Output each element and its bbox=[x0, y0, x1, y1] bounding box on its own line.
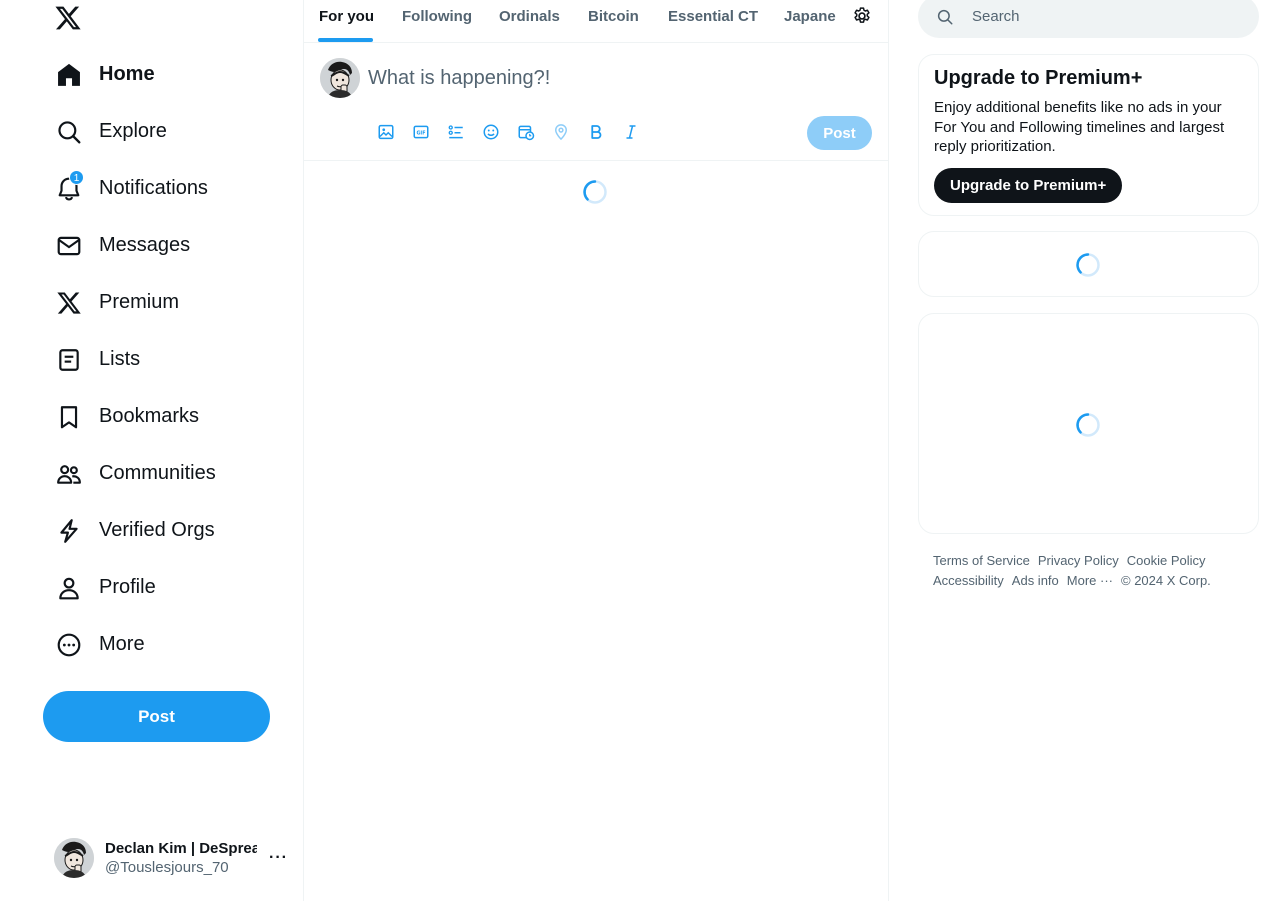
gif-icon[interactable]: GIF bbox=[403, 121, 438, 143]
search-box[interactable] bbox=[918, 0, 1259, 38]
bookmark-icon bbox=[56, 404, 82, 430]
right-sidebar: Upgrade to Premium+ Enjoy additional ben… bbox=[889, 0, 1280, 901]
nav-label: Notifications bbox=[99, 177, 208, 199]
loading-spinner-icon bbox=[1076, 413, 1100, 437]
account-handle: @Touslesjours_70 bbox=[105, 859, 229, 876]
nav-label: More bbox=[99, 633, 145, 655]
people-icon bbox=[56, 461, 82, 487]
footer-copyright: © 2024 X Corp. bbox=[1121, 573, 1211, 588]
left-sidebar: Home Explore 1 Notifications Messages Pr… bbox=[0, 0, 304, 901]
post-button[interactable]: Post bbox=[43, 691, 270, 742]
account-name: Declan Kim | DeSpread bbox=[105, 840, 257, 857]
timeline-tabs: For you Following Ordinals Bitcoin Essen… bbox=[304, 0, 889, 43]
footer-cookie-link[interactable]: Cookie Policy bbox=[1127, 553, 1206, 568]
premium-title: Upgrade to Premium+ bbox=[934, 67, 1143, 89]
nav-label: Messages bbox=[99, 234, 191, 256]
compose-input[interactable] bbox=[368, 63, 848, 93]
nav-label: Premium bbox=[99, 291, 180, 313]
notification-badge: 1 bbox=[69, 169, 84, 185]
tab-following[interactable]: Following bbox=[402, 0, 472, 43]
x-logo-icon[interactable] bbox=[54, 4, 82, 32]
schedule-icon[interactable] bbox=[508, 121, 543, 143]
main-timeline: For you Following Ordinals Bitcoin Essen… bbox=[304, 0, 889, 901]
nav-item-notifications[interactable]: 1 Notifications bbox=[42, 160, 230, 217]
loading-card bbox=[918, 313, 1259, 534]
location-icon[interactable] bbox=[543, 121, 578, 143]
nav-item-communities[interactable]: Communities bbox=[42, 445, 230, 502]
nav-label: Explore bbox=[99, 120, 167, 142]
envelope-icon bbox=[56, 233, 82, 259]
loading-spinner-icon bbox=[583, 180, 607, 204]
tab-for-you[interactable]: For you bbox=[319, 0, 374, 43]
tab-ordinals[interactable]: Ordinals bbox=[499, 0, 560, 43]
loading-card bbox=[918, 231, 1259, 297]
compose-post-button[interactable]: Post bbox=[807, 116, 872, 150]
nav-item-explore[interactable]: Explore bbox=[42, 103, 230, 160]
more-circle-icon bbox=[56, 632, 82, 658]
home-icon bbox=[56, 62, 82, 88]
nav-label: Verified Orgs bbox=[99, 519, 215, 541]
nav-item-lists[interactable]: Lists bbox=[42, 331, 230, 388]
tab-essential-ct[interactable]: Essential CT bbox=[668, 0, 758, 43]
nav-label: Bookmarks bbox=[99, 405, 200, 427]
search-icon bbox=[56, 119, 82, 145]
italic-icon[interactable] bbox=[613, 121, 648, 143]
nav-item-verified-orgs[interactable]: Verified Orgs bbox=[42, 502, 230, 559]
nav-item-home[interactable]: Home bbox=[42, 46, 230, 103]
nav-item-premium[interactable]: Premium bbox=[42, 274, 230, 331]
svg-text:GIF: GIF bbox=[416, 130, 425, 136]
list-icon bbox=[56, 347, 82, 373]
compose-box: GIF Post bbox=[304, 43, 889, 161]
tab-japane[interactable]: Japane bbox=[784, 0, 836, 43]
premium-card: Upgrade to Premium+ Enjoy additional ben… bbox=[918, 54, 1259, 216]
nav-item-profile[interactable]: Profile bbox=[42, 559, 230, 616]
footer-privacy-link[interactable]: Privacy Policy bbox=[1038, 553, 1119, 568]
x-logo-icon bbox=[56, 290, 82, 316]
upgrade-premium-button[interactable]: Upgrade to Premium+ bbox=[934, 167, 1123, 203]
active-tab-indicator bbox=[318, 38, 373, 42]
gear-icon[interactable] bbox=[852, 6, 872, 26]
account-switcher[interactable]: Declan Kim | DeSpread @Touslesjours_70 ·… bbox=[54, 836, 294, 880]
nav-label: Home bbox=[99, 63, 155, 85]
emoji-icon[interactable] bbox=[473, 121, 508, 143]
footer-terms-link[interactable]: Terms of Service bbox=[933, 553, 1030, 568]
bold-icon[interactable] bbox=[578, 121, 613, 143]
loading-spinner-icon bbox=[1076, 253, 1100, 277]
avatar bbox=[54, 838, 94, 878]
search-input[interactable] bbox=[972, 8, 1232, 25]
footer-ads-link[interactable]: Ads info bbox=[1012, 573, 1059, 588]
tab-bitcoin[interactable]: Bitcoin bbox=[588, 0, 639, 43]
nav-item-more[interactable]: More bbox=[42, 616, 230, 673]
more-dots-icon[interactable]: ··· bbox=[269, 849, 288, 867]
nav-label: Communities bbox=[99, 462, 216, 484]
search-icon bbox=[937, 9, 953, 24]
premium-description: Enjoy additional benefits like no ads in… bbox=[934, 99, 1225, 155]
image-icon[interactable] bbox=[368, 121, 403, 143]
nav-item-bookmarks[interactable]: Bookmarks bbox=[42, 388, 230, 445]
bell-icon: 1 bbox=[56, 169, 84, 202]
avatar bbox=[320, 58, 360, 98]
footer-links: Terms of Service Privacy Policy Cookie Pol… bbox=[933, 551, 1253, 591]
primary-nav: Home Explore 1 Notifications Messages Pr… bbox=[42, 46, 230, 673]
account-text: Declan Kim | DeSpread @Touslesjours_70 bbox=[105, 840, 257, 876]
poll-icon[interactable] bbox=[438, 121, 473, 143]
compose-toolbar: GIF bbox=[368, 121, 648, 143]
person-icon bbox=[56, 575, 82, 601]
nav-item-messages[interactable]: Messages bbox=[42, 217, 230, 274]
footer-more-link[interactable]: More ··· bbox=[1067, 573, 1113, 588]
nav-label: Lists bbox=[99, 348, 141, 370]
lightning-icon bbox=[56, 518, 82, 544]
footer-accessibility-link[interactable]: Accessibility bbox=[933, 573, 1004, 588]
nav-label: Profile bbox=[99, 576, 156, 598]
